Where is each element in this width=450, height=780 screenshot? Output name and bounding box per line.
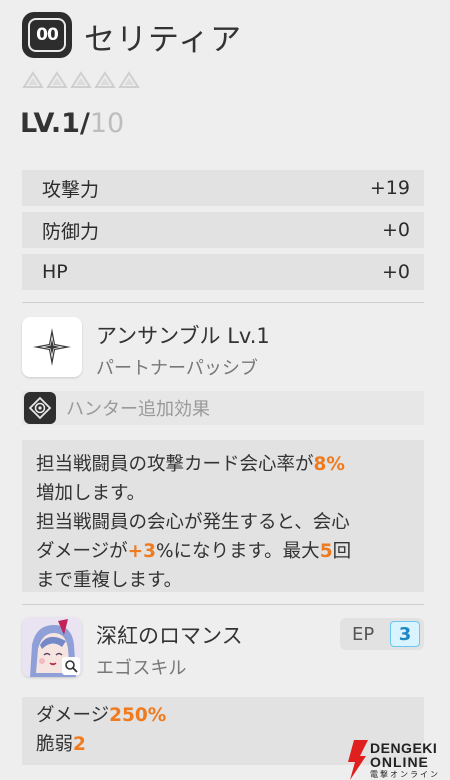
hunter-effect-icon [24, 392, 56, 424]
ego-skill-icon[interactable] [22, 617, 82, 677]
rarity-empty-icon [22, 71, 44, 88]
desc-text: 回 [332, 541, 352, 562]
desc-text: まで重複します。 [36, 570, 183, 591]
hunter-effect-label: ハンター追加効果 [66, 399, 210, 420]
desc-text: 増加します。 [36, 483, 146, 504]
stat-value: +0 [381, 261, 410, 283]
rarity-stars [22, 70, 140, 90]
level-current: LV.1/ [20, 108, 90, 139]
desc-text: %になります。最大 [155, 541, 320, 562]
desc-text: ダメージが [36, 541, 128, 562]
unit-badge: 00 [22, 12, 72, 58]
effect-label: 脆弱 [36, 734, 74, 755]
effect-value: 250% [109, 705, 167, 726]
magnify-icon[interactable] [62, 657, 80, 675]
desc-highlight: 5 [319, 541, 333, 562]
ep-value: 3 [390, 621, 420, 647]
dengeki-online-watermark: DENGEKI ONLINE 電撃オンライン [346, 740, 450, 780]
stat-label: 攻撃力 [42, 178, 100, 201]
passive-description: 担当戦闘員の攻撃カード会心率が8% 増加します。 担当戦闘員の会心が発生すると、… [22, 440, 424, 592]
level-indicator: LV.1/10 [20, 108, 124, 139]
watermark-line2: ONLINE [370, 754, 429, 770]
watermark-line3: 電撃オンライン [370, 770, 440, 779]
divider [22, 302, 424, 303]
ep-cost: EP 3 [340, 618, 424, 650]
effect-label: ダメージ [36, 705, 110, 726]
lightning-logo-icon [348, 740, 368, 780]
passive-skill-icon[interactable] [22, 317, 82, 377]
stat-row-defense: 防御力 +0 [22, 212, 424, 248]
stat-value: +0 [381, 219, 410, 241]
hunter-effect-header: ハンター追加効果 [22, 391, 424, 425]
stat-row-attack: 攻撃力 +19 [22, 170, 424, 206]
stat-label: 防御力 [42, 220, 100, 243]
stat-row-hp: HP +0 [22, 254, 424, 290]
stat-value: +19 [369, 177, 410, 199]
desc-text: 担当戦闘員の会心が発生すると、会心 [36, 512, 350, 533]
desc-text: 担当戦闘員の攻撃カード会心率が [36, 454, 314, 475]
desc-highlight: 8% [313, 454, 345, 475]
rarity-empty-icon [94, 71, 116, 88]
badge-number: 00 [28, 18, 66, 52]
ep-label: EP [352, 623, 375, 645]
ego-skill-type: エゴスキル [96, 658, 187, 679]
partner-name: セリティア [84, 22, 243, 58]
sparkle-icon [33, 328, 71, 366]
rarity-empty-icon [46, 71, 68, 88]
rarity-empty-icon [118, 71, 140, 88]
divider [22, 604, 424, 605]
effect-value: 2 [73, 734, 86, 755]
level-max: 10 [89, 108, 125, 139]
rarity-empty-icon [70, 71, 92, 88]
passive-skill-name: アンサンブル Lv.1 [96, 324, 270, 348]
passive-skill-type: パートナーパッシブ [96, 358, 258, 379]
ego-skill-name: 深紅のロマンス [96, 624, 243, 648]
desc-highlight: +3 [127, 541, 156, 562]
stat-label: HP [42, 261, 68, 283]
